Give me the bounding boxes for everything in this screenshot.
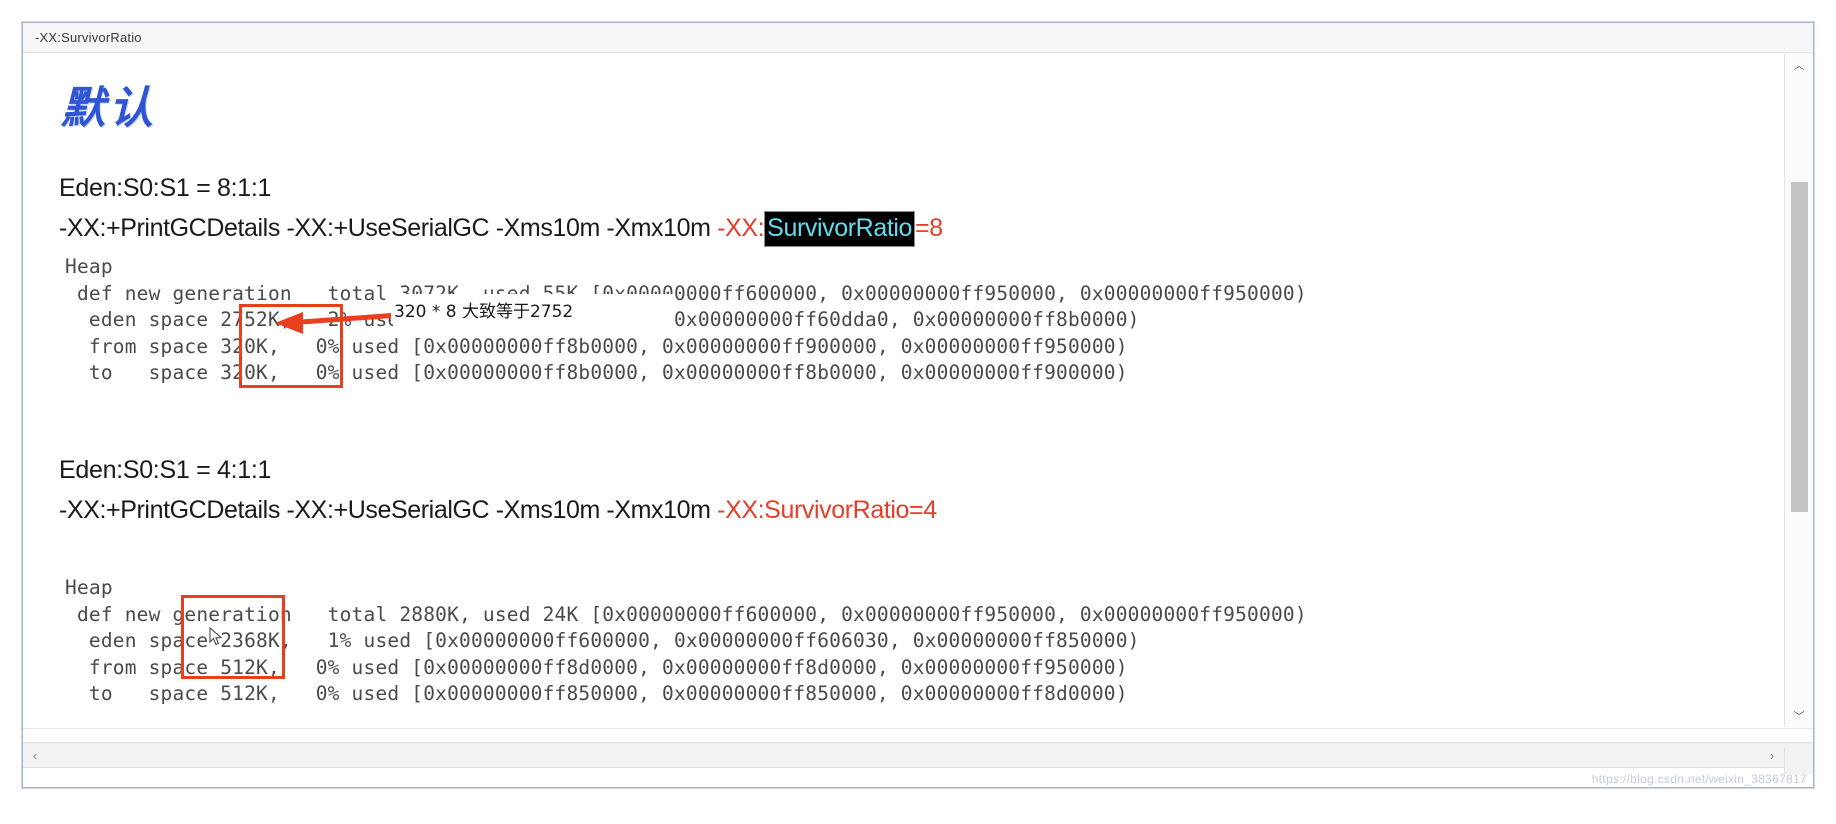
heap-line: to space 320K, 0% used [0x00000000ff8b00…: [65, 361, 1128, 384]
horizontal-scrollbar-thumb[interactable]: [47, 746, 467, 764]
heap-line: Heap: [65, 255, 113, 278]
scroll-down-arrow-icon[interactable]: ﹀: [1785, 705, 1813, 727]
annotation-note-text: 320 * 8 大致等于2752: [391, 296, 577, 323]
heap-line: eden space 2368K, 1% used [0x00000000ff6…: [65, 629, 1140, 652]
screenshot-root: -XX:SurvivorRatio 默认 Eden:S0:S1 = 8:1:1 …: [0, 0, 1836, 824]
scroll-up-arrow-icon[interactable]: ︿: [1785, 54, 1813, 76]
command-line-section-1: -XX:+PrintGCDetails -XX:+UseSerialGC -Xm…: [59, 211, 943, 247]
vertical-scrollbar-thumb[interactable]: [1791, 182, 1808, 512]
application-window: -XX:SurvivorRatio 默认 Eden:S0:S1 = 8:1:1 …: [22, 22, 1814, 788]
horizontal-scrollbar[interactable]: ‹ ›: [23, 742, 1813, 768]
command-value-2: =4: [909, 496, 937, 524]
scrollbar-corner: [1784, 748, 1813, 774]
heap-line: Heap: [65, 576, 113, 599]
watermark-text: https://blog.csdn.net/weixin_38367817: [1591, 772, 1807, 786]
heap-output-section-1: Heap def new generation total 3072K, use…: [65, 254, 1307, 387]
ratio-label-section-1: Eden:S0:S1 = 8:1:1: [59, 174, 272, 202]
heap-line: to space 512K, 0% used [0x00000000ff8500…: [65, 682, 1128, 705]
heap-line: def new generation total 2880K, used 24K…: [65, 602, 1307, 626]
command-plain-2: -XX:+PrintGCDetails -XX:+UseSerialGC -Xm…: [59, 496, 718, 524]
window-title: -XX:SurvivorRatio: [35, 30, 142, 45]
command-plain-1: -XX:+PrintGCDetails -XX:+UseSerialGC -Xm…: [59, 214, 718, 242]
window-titlebar: -XX:SurvivorRatio: [23, 23, 1813, 53]
heap-output-section-2: Heap def new generation total 2880K, use…: [65, 575, 1307, 708]
document-body: 默认 Eden:S0:S1 = 8:1:1 -XX:+PrintGCDetail…: [23, 54, 1785, 759]
horizontal-scrollbar-area: ‹ › https://blog.csdn.net/weixin_3836781…: [23, 728, 1813, 787]
command-value-1: =8: [915, 214, 943, 242]
ratio-label-section-2: Eden:S0:S1 = 4:1:1: [59, 456, 272, 484]
command-flag-prefix-2: -XX:: [717, 496, 765, 524]
section-heading-default: 默认: [61, 83, 157, 134]
heap-line: def new generation total 3072K, used 55K…: [65, 281, 1307, 305]
command-highlight-2: SurvivorRatio: [764, 496, 910, 524]
heap-line: from space 512K, 0% used [0x00000000ff8d…: [65, 655, 1128, 679]
content-pane[interactable]: 默认 Eden:S0:S1 = 8:1:1 -XX:+PrintGCDetail…: [23, 54, 1813, 787]
heap-line: from space 320K, 0% used [0x00000000ff8b…: [65, 334, 1128, 358]
scroll-left-arrow-icon[interactable]: ‹: [23, 743, 47, 767]
command-line-section-2: -XX:+PrintGCDetails -XX:+UseSerialGC -Xm…: [59, 496, 937, 525]
command-flag-prefix-1: -XX:: [717, 214, 765, 242]
vertical-scrollbar[interactable]: ︿ ﹀: [1784, 54, 1813, 727]
command-highlight-1: SurvivorRatio: [764, 211, 916, 247]
scroll-right-arrow-icon[interactable]: ›: [1760, 743, 1784, 767]
